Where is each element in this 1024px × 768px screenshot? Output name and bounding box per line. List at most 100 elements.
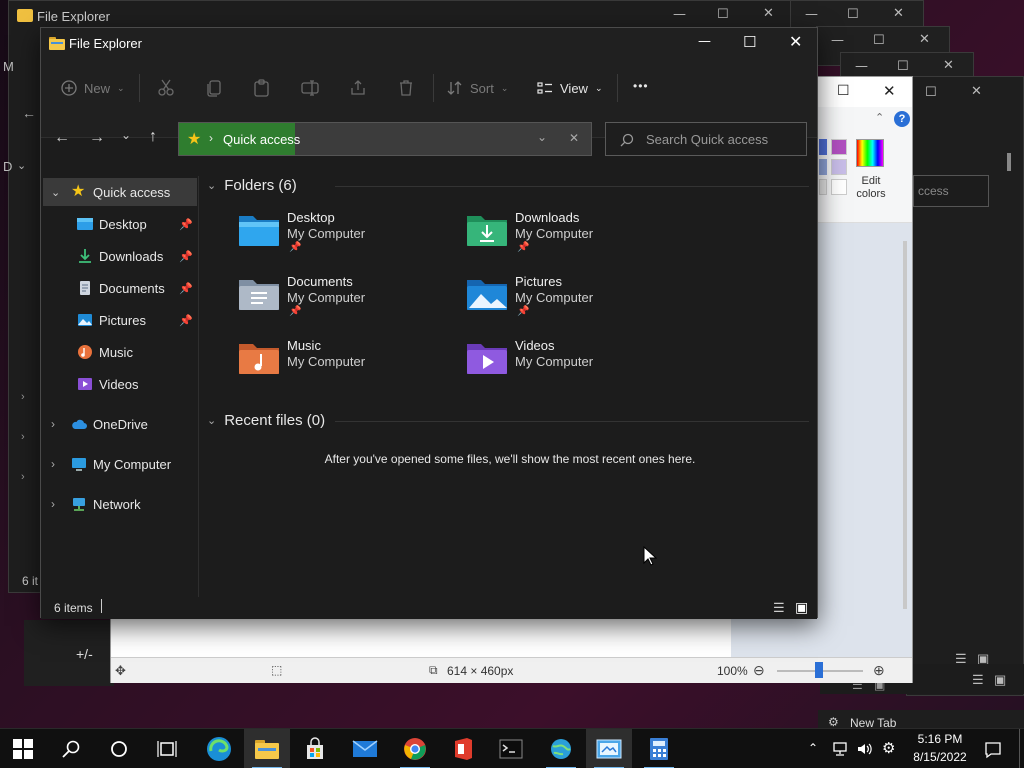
- notifications-icon[interactable]: [984, 741, 1002, 759]
- minimize-icon[interactable]: —: [805, 7, 818, 22]
- help-icon[interactable]: ?: [894, 111, 910, 127]
- cut-icon[interactable]: [157, 79, 175, 97]
- folder-tile-downloads[interactable]: Downloads My Computer 📌: [465, 210, 685, 270]
- maximize-icon[interactable]: ☐: [717, 7, 729, 22]
- details-view-icon[interactable]: ☰: [773, 600, 785, 616]
- taskbar-file-explorer[interactable]: [244, 729, 290, 768]
- address-bar[interactable]: ★ › Quick access ⌄ ✕: [178, 122, 592, 156]
- pin-icon[interactable]: 📌: [179, 282, 193, 295]
- title-bar[interactable]: File Explorer — ☐ ✕: [41, 28, 817, 60]
- chevron-right-icon[interactable]: ›: [41, 497, 71, 511]
- color-palette[interactable]: [819, 137, 851, 201]
- close-icon[interactable]: ✕: [883, 82, 896, 100]
- copy-icon[interactable]: [205, 79, 223, 97]
- share-icon[interactable]: [349, 79, 367, 97]
- calculator-window[interactable]: +/-: [24, 620, 114, 686]
- forward-button[interactable]: →: [89, 129, 105, 147]
- close-icon[interactable]: ✕: [893, 6, 904, 21]
- network-icon[interactable]: [832, 741, 848, 757]
- large-icons-view-icon[interactable]: ▣: [795, 599, 808, 616]
- large-icons-view-icon[interactable]: ▣: [994, 672, 1006, 688]
- view-button[interactable]: View ⌄: [537, 76, 603, 100]
- close-icon[interactable]: ✕: [971, 84, 982, 99]
- file-explorer-window[interactable]: File Explorer — ☐ ✕ New ⌄ Sort ⌄ View ⌄ …: [40, 27, 818, 619]
- rename-icon[interactable]: [301, 79, 319, 97]
- folder-tile-documents[interactable]: Documents My Computer 📌: [237, 274, 457, 334]
- sidebar-item-videos[interactable]: Videos: [41, 370, 199, 398]
- chevron-right-icon[interactable]: ›: [21, 431, 25, 443]
- recent-locations-chevron-icon[interactable]: ⌄: [121, 128, 131, 142]
- maximize-icon[interactable]: ☐: [837, 83, 850, 99]
- clear-icon[interactable]: ✕: [569, 131, 579, 145]
- maximize-icon[interactable]: ☐: [925, 85, 937, 100]
- sidebar-item-music[interactable]: Music: [41, 338, 199, 366]
- taskbar-mail[interactable]: [342, 729, 388, 768]
- back-icon[interactable]: ←: [22, 105, 36, 121]
- close-icon[interactable]: ✕: [943, 58, 954, 73]
- scrollbar[interactable]: [903, 241, 907, 609]
- cortana-button[interactable]: [96, 729, 142, 768]
- search-box[interactable]: Search Quick access: [605, 122, 807, 156]
- maximize-icon[interactable]: ☐: [873, 33, 885, 48]
- details-view-icon[interactable]: ☰: [972, 672, 984, 688]
- pin-icon[interactable]: 📌: [179, 250, 193, 263]
- clock-time[interactable]: 5:16 PM: [913, 732, 967, 746]
- minimize-icon[interactable]: —: [673, 7, 686, 22]
- delete-icon[interactable]: [397, 79, 415, 97]
- canvas[interactable]: [111, 617, 731, 657]
- taskbar-terminal[interactable]: [488, 729, 534, 768]
- close-icon[interactable]: ✕: [919, 32, 930, 47]
- chevron-right-icon[interactable]: ›: [21, 471, 25, 483]
- maximize-icon[interactable]: ☐: [897, 59, 909, 74]
- clock-date[interactable]: 8/15/2022: [909, 750, 971, 764]
- taskbar-store[interactable]: [292, 729, 338, 768]
- chevron-right-icon[interactable]: ›: [41, 417, 71, 431]
- paste-icon[interactable]: [253, 79, 271, 97]
- folder-tile-videos[interactable]: Videos My Computer: [465, 338, 685, 398]
- search-button[interactable]: [48, 729, 94, 768]
- chevron-up-icon[interactable]: ⌃: [875, 111, 884, 124]
- taskbar-paint[interactable]: [586, 729, 632, 768]
- folders-section-header[interactable]: ⌄ Folders (6): [207, 177, 297, 194]
- sidebar-item-network[interactable]: › Network: [41, 490, 199, 518]
- folder-tile-desktop[interactable]: Desktop My Computer 📌: [237, 210, 457, 270]
- chevron-down-icon[interactable]: ⌄: [43, 186, 65, 199]
- recent-files-section-header[interactable]: ⌄ Recent files (0): [207, 412, 325, 429]
- taskbar-office[interactable]: [440, 729, 486, 768]
- zoom-in-icon[interactable]: ⊕: [873, 662, 885, 679]
- task-view-button[interactable]: [144, 729, 190, 768]
- maximize-icon[interactable]: ☐: [743, 33, 756, 51]
- sidebar-item-pictures[interactable]: Pictures 📌: [41, 306, 199, 334]
- chevron-down-icon[interactable]: ⌄: [207, 179, 216, 192]
- back-button[interactable]: ←: [54, 129, 70, 147]
- plus-minus-key[interactable]: +/-: [76, 646, 93, 662]
- minimize-icon[interactable]: —: [831, 33, 844, 48]
- pin-icon[interactable]: 📌: [179, 218, 193, 231]
- new-button[interactable]: New ⌄: [61, 76, 125, 100]
- scrollbar[interactable]: [1007, 153, 1011, 171]
- sidebar-item-onedrive[interactable]: › OneDrive: [41, 410, 199, 438]
- volume-icon[interactable]: [856, 741, 872, 757]
- minimize-icon[interactable]: —: [698, 34, 711, 49]
- minimize-icon[interactable]: —: [855, 59, 868, 74]
- folder-tile-music[interactable]: Music My Computer: [237, 338, 457, 398]
- start-button[interactable]: [0, 729, 46, 768]
- background-explorer-window-5[interactable]: ☐ ✕ ccess ☰ ▣: [906, 76, 1024, 696]
- zoom-slider-thumb[interactable]: [815, 662, 823, 678]
- zoom-out-icon[interactable]: ⊖: [753, 662, 765, 679]
- taskbar-maps[interactable]: [538, 729, 584, 768]
- search-input[interactable]: Search Quick access: [646, 132, 768, 147]
- taskbar-edge[interactable]: [196, 729, 242, 768]
- more-options-button[interactable]: •••: [633, 79, 649, 93]
- close-icon[interactable]: ✕: [789, 32, 802, 51]
- close-icon[interactable]: ✕: [763, 6, 774, 21]
- show-desktop-button[interactable]: [1019, 729, 1020, 768]
- chevron-down-icon[interactable]: ⌄: [17, 159, 26, 172]
- folder-tile-pictures[interactable]: Pictures My Computer 📌: [465, 274, 685, 334]
- up-button[interactable]: ↑: [149, 128, 157, 146]
- edit-colors-label[interactable]: Edit colors: [853, 175, 889, 201]
- show-hidden-icons-chevron-icon[interactable]: ⌃: [808, 741, 818, 755]
- sidebar-item-downloads[interactable]: Downloads 📌: [41, 242, 199, 270]
- chevron-down-icon[interactable]: ⌄: [537, 130, 547, 144]
- chevron-right-icon[interactable]: ›: [21, 391, 25, 403]
